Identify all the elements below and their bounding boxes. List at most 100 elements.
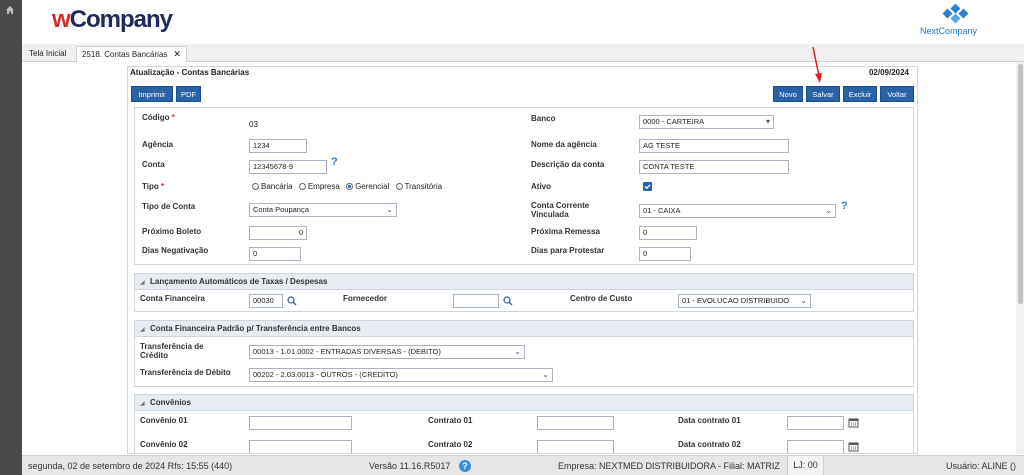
convenios-panel: Convênio 01 Contrato 01 Data contrato 01…: [134, 411, 914, 453]
convenio-02-label: Convênio 02: [140, 440, 188, 449]
lancamento-section-header[interactable]: ◢ Lançamento Automáticos de Taxas / Desp…: [134, 273, 914, 290]
proxima-remessa-input[interactable]: 0: [639, 226, 697, 240]
help-icon[interactable]: ?: [459, 460, 471, 472]
dias-negativacao-input[interactable]: 0: [249, 247, 301, 261]
search-icon[interactable]: [503, 296, 513, 306]
radio-gerencial[interactable]: Gerencial: [346, 182, 389, 191]
banco-label: Banco: [531, 114, 556, 123]
centro-custo-label: Centro de Custo: [570, 294, 633, 303]
conta-padrao-section-header[interactable]: ◢ Conta Financeira Padrão p/ Transferênc…: [134, 320, 914, 337]
calendar-icon[interactable]: [848, 441, 859, 452]
convenio-02-input[interactable]: [249, 440, 352, 453]
form-title: Atualização - Contas Bancárias: [130, 68, 250, 77]
radio-circle: [298, 183, 306, 190]
radio-bancaria[interactable]: Bancária: [252, 182, 293, 191]
home-icon[interactable]: [5, 5, 15, 15]
header: wCompany NextCompany: [22, 0, 1024, 44]
collapse-icon: ◢: [140, 401, 145, 407]
convenios-section-header[interactable]: ◢ Convênios: [134, 394, 914, 411]
banco-select[interactable]: 0000 - CARTEIRA ▾: [639, 115, 774, 129]
scrollbar-thumb[interactable]: [1018, 64, 1023, 304]
sidebar: [0, 0, 22, 475]
proximo-boleto-input[interactable]: 0: [249, 226, 307, 240]
status-version: Versão 11.16.R5017: [369, 461, 451, 471]
nome-agencia-input[interactable]: AG TESTE: [639, 139, 789, 153]
conta-padrao-panel: Transferência de Crédito 00013 - 1.01.00…: [134, 337, 914, 387]
status-date: segunda, 02 de setembro de 2024 Rfs: 15:…: [28, 461, 233, 471]
contrato-02-input[interactable]: [537, 440, 614, 453]
data-contrato-01-input[interactable]: [787, 416, 844, 430]
contrato-01-input[interactable]: [537, 416, 614, 430]
convenio-01-input[interactable]: [249, 416, 352, 430]
descricao-label: Descrição da conta: [531, 160, 605, 169]
form-date: 02/09/2024: [868, 68, 909, 77]
nextcompany-logo: NextCompany: [920, 4, 990, 38]
form-container: Atualização - Contas Bancárias 02/09/202…: [127, 66, 918, 454]
contrato-02-label: Contrato 02: [428, 440, 473, 449]
company-logo: wCompany: [52, 6, 173, 33]
pdf-button[interactable]: PDF: [176, 86, 201, 102]
codigo-label: Código *: [142, 113, 175, 122]
conta-corrente-label: Conta Corrente: [531, 201, 590, 210]
data-contrato-02-input[interactable]: [787, 440, 844, 453]
section-title: Conta Financeira Padrão p/ Transferência…: [150, 324, 361, 333]
tab-tela-inicial[interactable]: Tela Inicial: [24, 46, 71, 62]
help-icon[interactable]: ?: [331, 156, 338, 168]
centro-custo-select[interactable]: 01 - EVOLUCAO DISTRIBUIDO ⌄: [678, 294, 811, 308]
transferencia-debito-select[interactable]: 00202 - 2.03.0013 - OUTROS - (CREDITO) ⌄: [249, 368, 553, 382]
tipo-conta-label: Tipo de Conta: [142, 202, 196, 211]
convenio-01-label: Convênio 01: [140, 416, 188, 425]
chevron-down-icon: ⌄: [542, 370, 549, 379]
data-contrato-02-label: Data contrato 02: [678, 440, 741, 449]
chevron-down-icon: ⌄: [800, 296, 807, 305]
print-button[interactable]: Imprimir: [131, 86, 173, 102]
close-icon[interactable]: ✕: [173, 49, 181, 59]
help-icon[interactable]: ?: [841, 200, 848, 212]
dias-protestar-input[interactable]: 0: [639, 247, 691, 261]
calendar-icon[interactable]: [848, 417, 859, 428]
radio-circle: [395, 183, 403, 190]
conta-input[interactable]: 12345678-9: [249, 160, 327, 174]
descricao-input[interactable]: CONTA TESTE: [639, 160, 789, 174]
ativo-checkbox[interactable]: [643, 182, 652, 191]
credito-label: Crédito: [140, 351, 168, 360]
status-usuario: Usuário: ALINE (): [946, 461, 1017, 471]
conta-financeira-input[interactable]: 00030: [249, 294, 283, 308]
radio-empresa[interactable]: Empresa: [298, 182, 340, 191]
section-title: Lançamento Automáticos de Taxas / Despes…: [150, 277, 328, 286]
annotation-arrow-icon: [812, 46, 822, 83]
radio-circle-selected: [346, 183, 354, 190]
chevron-down-icon: ⌄: [825, 206, 832, 215]
tab-contas-bancarias[interactable]: 2518. Contas Bancárias ✕: [76, 46, 187, 62]
lancamento-panel: Conta Financeira 00030 Fornecedor Centro…: [134, 290, 914, 312]
radio-transitoria[interactable]: Transitória: [395, 182, 442, 191]
transferencia-credito-select[interactable]: 00013 - 1.01.0002 - ENTRADAS DIVERSAS - …: [249, 345, 525, 359]
new-button[interactable]: Novo: [773, 86, 803, 102]
proximo-boleto-label: Próximo Boleto: [142, 227, 202, 236]
chevron-down-icon: ⌄: [386, 205, 393, 214]
check-icon: [644, 184, 651, 190]
nome-agencia-label: Nome da agência: [531, 140, 597, 149]
tipo-conta-select[interactable]: Conta Poupança ⌄: [249, 203, 397, 217]
collapse-icon: ◢: [140, 327, 145, 333]
chevron-down-icon: ▾: [765, 117, 770, 126]
search-icon[interactable]: [287, 296, 297, 306]
status-bar: segunda, 02 de setembro de 2024 Rfs: 15:…: [22, 455, 1024, 475]
status-lj: LJ: 00: [787, 456, 824, 475]
tab-label: 2518. Contas Bancárias: [82, 50, 168, 59]
save-button[interactable]: Salvar: [806, 86, 840, 102]
main-fields-panel: Código * 03 Banco 0000 - CARTEIRA ▾ Agênc…: [134, 107, 914, 265]
conta-label: Conta: [142, 160, 165, 169]
radio-circle: [252, 183, 259, 190]
agencia-input[interactable]: 1234: [249, 139, 307, 153]
tipo-label: Tipo *: [142, 182, 165, 191]
section-title: Convênios: [150, 398, 191, 407]
ativo-label: Ativo: [531, 182, 551, 191]
back-button[interactable]: Voltar: [880, 86, 914, 102]
fornecedor-input[interactable]: [453, 294, 499, 308]
fornecedor-label: Fornecedor: [343, 294, 388, 303]
conta-corrente-select[interactable]: 01 - CAIXA ⌄: [639, 204, 836, 218]
dias-negativacao-label: Dias Negativação: [142, 246, 209, 255]
chevron-down-icon: ⌄: [514, 347, 521, 356]
delete-button[interactable]: Excluir: [843, 86, 877, 102]
